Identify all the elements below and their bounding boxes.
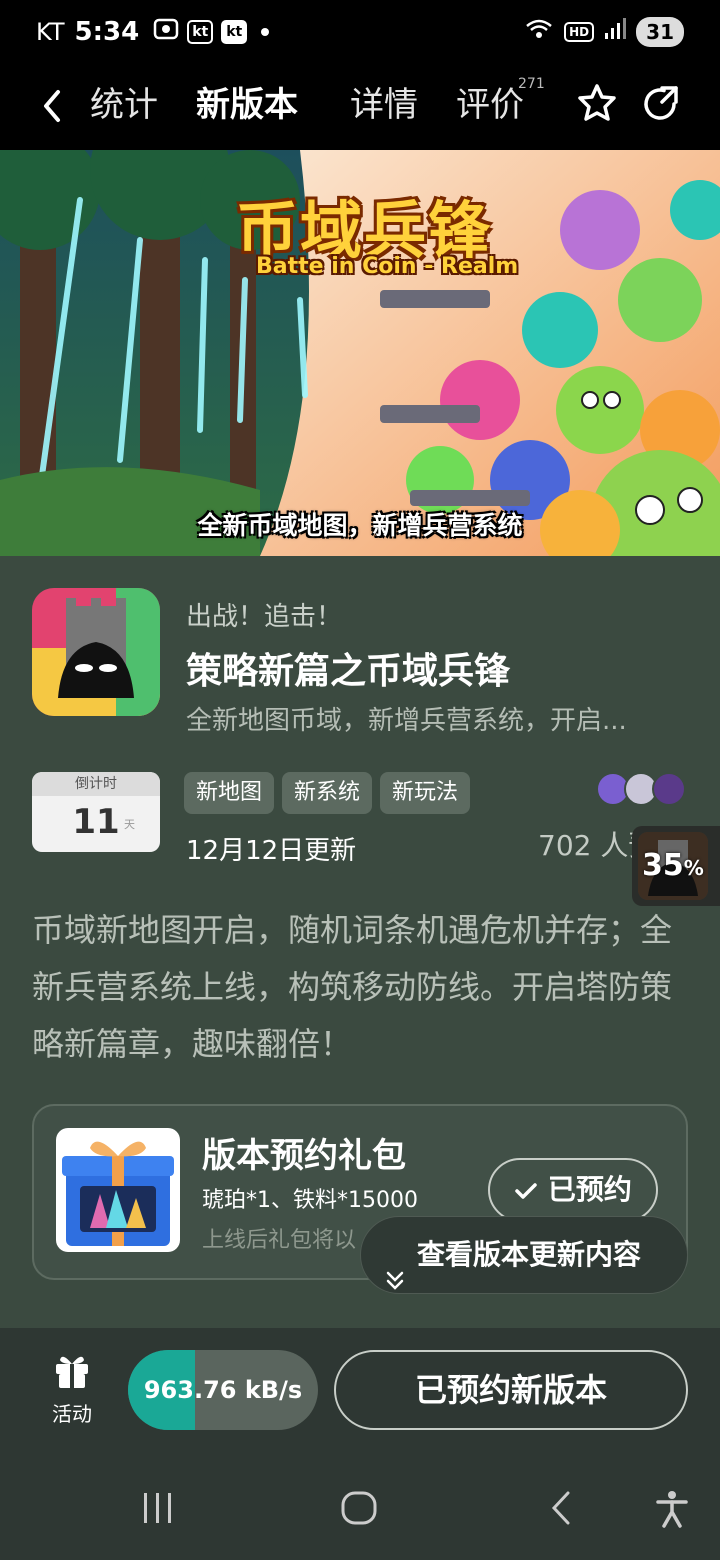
download-percent: 35% xyxy=(642,848,704,883)
app-icon[interactable] xyxy=(32,588,160,716)
gift-box-icon xyxy=(56,1128,180,1252)
countdown-unit: 天 xyxy=(124,818,135,831)
avatar xyxy=(652,772,686,806)
recent-apps-icon[interactable] xyxy=(140,1490,176,1530)
floating-download-progress[interactable]: 35% xyxy=(632,826,720,906)
back-nav-icon[interactable] xyxy=(546,1490,576,1530)
reserved-button[interactable]: 已预约 xyxy=(488,1158,658,1222)
reserved-new-version-button[interactable]: 已预约新版本 xyxy=(334,1350,688,1430)
banner-title-english: Batte in Coin - Realm xyxy=(256,254,519,279)
status-bar: KT 5:34 kt kt HD 31 xyxy=(0,0,720,64)
tag-new-map: 新地图 xyxy=(184,772,275,814)
download-speed-label: 963.76 kB/s xyxy=(143,1376,303,1404)
banner-caption: 全新币域地图，新增兵营系统 xyxy=(197,511,523,540)
reserved-button-label: 已预约 xyxy=(547,1173,632,1206)
signal-icon xyxy=(604,17,627,47)
screen-record-icon xyxy=(153,17,179,47)
download-speed-progress[interactable]: 963.76 kB/s xyxy=(128,1350,318,1430)
checkmark-icon xyxy=(514,1173,548,1206)
clock: 5:34 xyxy=(74,17,140,47)
wifi-icon xyxy=(524,17,554,47)
tab-details[interactable]: 详情 xyxy=(350,82,418,132)
bottom-action-bar: 活动 963.76 kB/s 已预约新版本 xyxy=(0,1328,720,1456)
gift-icon xyxy=(52,1356,92,1394)
double-chevron-down-icon xyxy=(385,1245,405,1321)
countdown-label: 倒计时 xyxy=(32,772,160,796)
update-date: 12月12日更新 xyxy=(186,836,357,866)
activity-button[interactable]: 活动 xyxy=(44,1350,100,1427)
top-nav: 统计 新版本 详情 评价 271 xyxy=(0,64,720,150)
tag-new-system: 新系统 xyxy=(282,772,373,814)
version-detail-panel: 出战！追击！ 策略新篇之币域兵锋 全新地图币域，新增兵营系统，开启... 倒计时… xyxy=(0,556,720,1328)
version-description: 币域新地图开启，随机词条机遇危机并存；全新兵营系统上线，构筑移动防线。开启塔防策… xyxy=(32,911,673,1063)
tab-new-version[interactable]: 新版本 xyxy=(192,82,302,132)
gift-title: 版本预约礼包 xyxy=(202,1136,406,1176)
reserver-avatars xyxy=(596,772,688,808)
gift-items: 琥珀*1、铁料*15000 xyxy=(202,1188,418,1213)
gift-note: 上线后礼包将以 xyxy=(202,1228,357,1253)
app-tagline: 出战！追击！ xyxy=(186,602,343,632)
app-subtitle: 全新地图币域，新增兵营系统，开启... xyxy=(186,706,627,736)
share-icon[interactable] xyxy=(640,84,680,128)
feature-tags: 新地图 新系统 新玩法 xyxy=(184,772,471,814)
carrier-label: KT xyxy=(36,18,65,46)
app-title: 策略新篇之币域兵锋 xyxy=(186,651,511,692)
hd-icon: HD xyxy=(564,22,595,42)
accessibility-icon[interactable] xyxy=(654,1490,690,1532)
view-update-content-button[interactable]: 查看版本更新内容 xyxy=(360,1216,688,1294)
star-icon[interactable] xyxy=(576,82,618,128)
back-arrow-icon[interactable] xyxy=(38,86,66,126)
countdown-number: 11 xyxy=(72,802,120,842)
tag-new-gameplay: 新玩法 xyxy=(380,772,471,814)
battery-indicator: 31 xyxy=(636,17,684,47)
home-icon[interactable] xyxy=(340,1490,378,1530)
promo-banner[interactable]: 币域兵锋 Batte in Coin - Realm 全新币域地图，新增兵营系统 xyxy=(0,150,720,556)
kt-app-icon-filled: kt xyxy=(221,20,248,44)
notification-dot-icon xyxy=(261,28,270,36)
tab-stats[interactable]: 统计 xyxy=(90,82,158,132)
activity-label: 活动 xyxy=(52,1402,92,1426)
review-count-badge: 271 xyxy=(518,76,545,92)
kt-app-icon: kt xyxy=(187,20,214,44)
countdown-badge: 倒计时 11 天 xyxy=(32,772,160,852)
view-update-content-label: 查看版本更新内容 xyxy=(417,1238,642,1271)
tab-reviews[interactable]: 评价 xyxy=(456,82,524,132)
system-nav-bar xyxy=(0,1456,720,1560)
